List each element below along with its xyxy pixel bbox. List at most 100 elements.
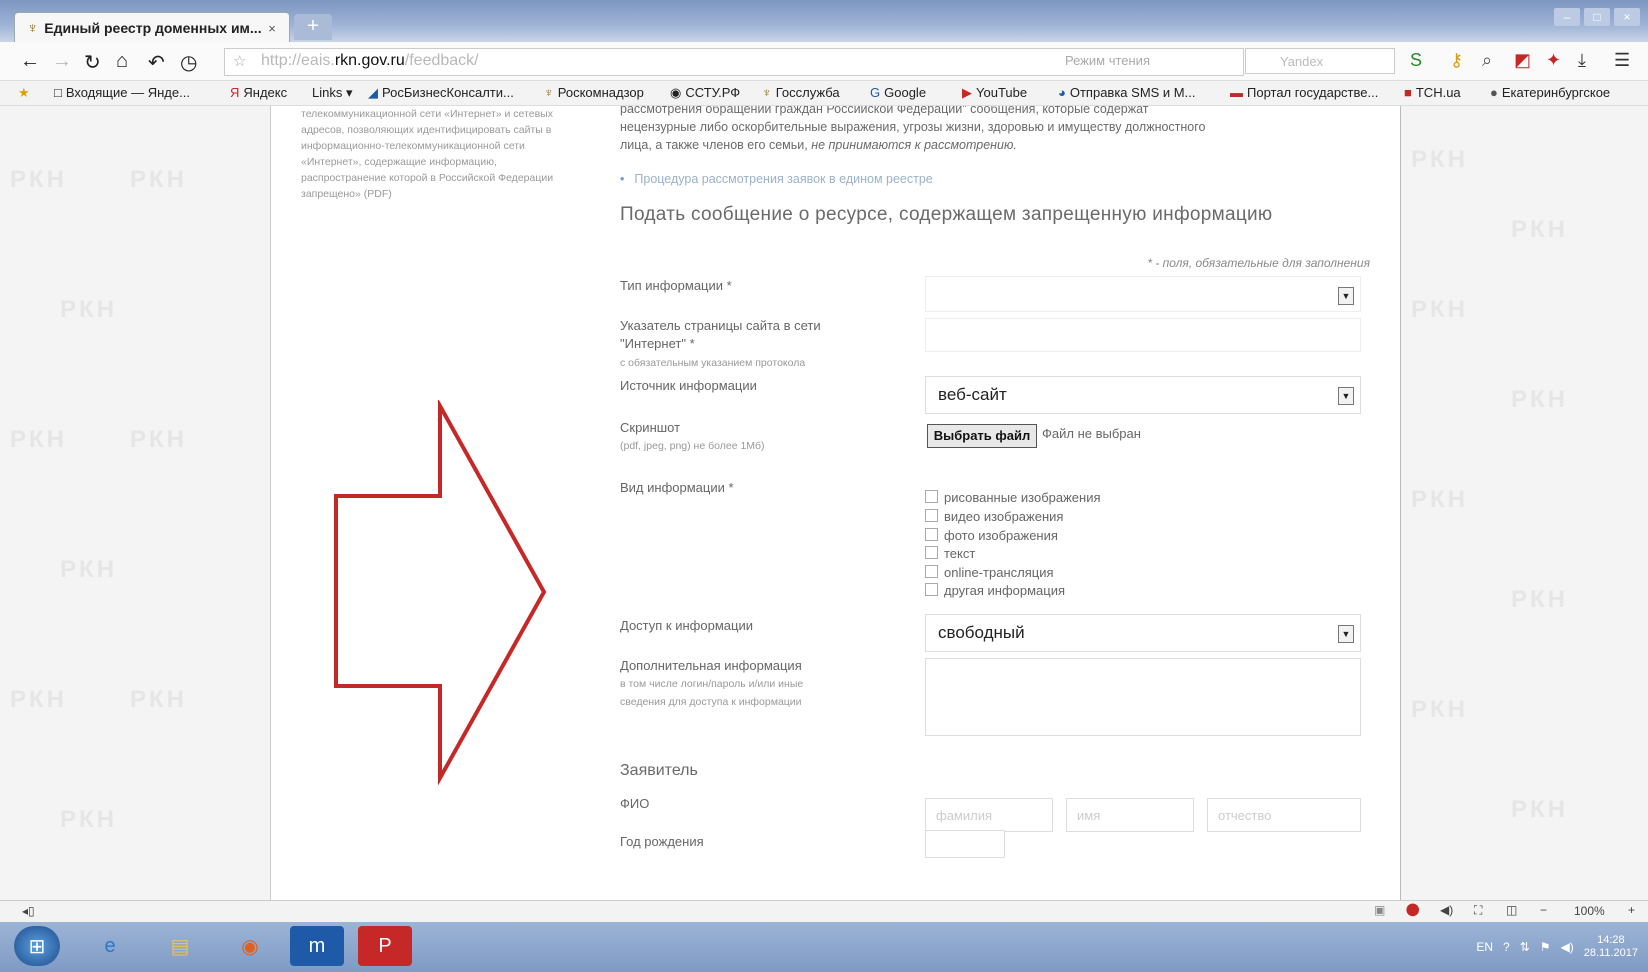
watermark: РКН bbox=[60, 556, 117, 583]
start-button[interactable]: ⊞ bbox=[14, 926, 60, 966]
checkbox-other[interactable]: другая информация bbox=[925, 583, 1065, 598]
sidebar-toggle-icon[interactable]: ◂▯ bbox=[22, 904, 35, 918]
split-view-icon[interactable]: ◫ bbox=[1506, 903, 1517, 917]
bookmark-item[interactable]: ● Екатеринбургское bbox=[1490, 85, 1610, 100]
window-controls: – □ × bbox=[1554, 8, 1640, 26]
help-icon[interactable]: ? bbox=[1503, 940, 1510, 954]
birth-year-field[interactable] bbox=[925, 830, 1005, 858]
explorer-icon[interactable]: ▤ bbox=[154, 926, 206, 966]
ie-icon[interactable]: e bbox=[84, 926, 136, 966]
download-icon[interactable]: ⤓ bbox=[1578, 50, 1586, 71]
nav-toolbar: ← → ↻ ⌂ ↶ ◷ ☆ http://eais.rkn.gov.ru/fee… bbox=[0, 42, 1648, 81]
powerpoint-icon[interactable]: P bbox=[358, 926, 412, 966]
watermark: РКН bbox=[60, 806, 117, 833]
search-input[interactable]: Yandex bbox=[1245, 48, 1395, 74]
bookmark-item[interactable]: ◉ ССТУ.РФ bbox=[670, 85, 740, 101]
watermark: РКН bbox=[10, 686, 67, 713]
patronymic-field[interactable]: отчество bbox=[1207, 798, 1361, 832]
bookmark-item[interactable]: ▬ Портал государстве... bbox=[1230, 85, 1378, 100]
bookmark-item[interactable]: G Google bbox=[870, 85, 926, 100]
volume-icon[interactable]: ◀) bbox=[1561, 940, 1574, 954]
watermark: РКН bbox=[1411, 696, 1468, 723]
favicon-icon: ♆ bbox=[27, 19, 39, 37]
maxthon-icon[interactable]: m bbox=[290, 926, 344, 966]
watermark: РКН bbox=[1511, 796, 1568, 823]
minimize-icon[interactable]: – bbox=[1554, 8, 1580, 26]
reader-mode[interactable]: Режим чтения bbox=[1065, 53, 1150, 68]
screenshot-icon[interactable]: ▣ bbox=[1374, 903, 1385, 917]
back-icon[interactable]: ← bbox=[20, 50, 40, 73]
checkbox-text[interactable]: текст bbox=[925, 546, 975, 561]
watermark: РКН bbox=[1411, 486, 1468, 513]
access-value: свободный bbox=[938, 623, 1025, 642]
watermark: РКН bbox=[1411, 296, 1468, 323]
new-tab-button[interactable]: + bbox=[294, 14, 332, 40]
bookmark-item[interactable]: □ Входящие — Янде... bbox=[54, 85, 190, 100]
chevron-down-icon[interactable]: ▼ bbox=[1338, 387, 1354, 405]
media-player-icon[interactable]: ◉ bbox=[224, 926, 276, 966]
extra-info-textarea[interactable] bbox=[925, 658, 1361, 736]
history-icon[interactable]: ◷ bbox=[180, 50, 197, 75]
bookmark-star-icon[interactable]: ☆ bbox=[233, 52, 246, 70]
reload-icon[interactable]: ↻ bbox=[84, 50, 101, 75]
checkbox-drawings[interactable]: рисованные изображения bbox=[925, 490, 1101, 505]
tab-close-icon[interactable]: × bbox=[268, 21, 276, 36]
adblock-icon[interactable]: ⬤ bbox=[1406, 902, 1419, 916]
forward-icon[interactable]: → bbox=[52, 50, 72, 73]
alert-icon[interactable]: ◩ bbox=[1514, 50, 1531, 71]
taskbar: ⊞ e ▤ ◉ m P EN ? ⇅ ⚑ ◀) 14:28 28.11.2017 bbox=[0, 922, 1648, 972]
zoom-out-button[interactable]: − bbox=[1540, 903, 1547, 917]
bookmark-item[interactable]: ◢ РосБизнесКонсалти... bbox=[368, 85, 514, 101]
sound-icon[interactable]: ◀) bbox=[1440, 903, 1453, 917]
bookmark-item[interactable]: Я Яндекс bbox=[230, 85, 287, 100]
bookmark-item[interactable]: Links ▾ bbox=[312, 85, 353, 101]
chevron-down-icon[interactable]: ▼ bbox=[1338, 287, 1354, 305]
menu-icon[interactable]: ☰ bbox=[1614, 50, 1630, 71]
addon-icon[interactable]: ✦ bbox=[1546, 50, 1561, 71]
choose-file-button[interactable]: Выбрать файл bbox=[927, 424, 1037, 448]
watermark: РКН bbox=[1511, 586, 1568, 613]
bookmark-item[interactable]: ◕ Отправка SMS и М... bbox=[1058, 85, 1195, 100]
url-field[interactable] bbox=[925, 318, 1361, 352]
flag-icon[interactable]: ⚑ bbox=[1540, 940, 1551, 954]
pointer-label: Указатель страницы сайта в сети bbox=[620, 318, 821, 333]
chevron-down-icon[interactable]: ▼ bbox=[1338, 625, 1354, 643]
zoom-in-button[interactable]: + bbox=[1628, 903, 1635, 917]
checkbox-photo[interactable]: фото изображения bbox=[925, 528, 1058, 543]
bookmarks-bar: ★ □ Входящие — Янде... Я Яндекс Links ▾ ◢ Р… bbox=[0, 81, 1648, 106]
kind-label: Вид информации * bbox=[620, 480, 734, 495]
access-select[interactable]: свободный ▼ bbox=[925, 614, 1361, 652]
bookmarks-star-icon[interactable]: ★ bbox=[18, 85, 30, 101]
zoom-level: 100% bbox=[1574, 904, 1605, 918]
watermark: РКН bbox=[130, 686, 187, 713]
source-label: Источник информации bbox=[620, 378, 757, 393]
home-icon[interactable]: ⌂ bbox=[116, 50, 128, 73]
zoom-icon[interactable]: ⌕ bbox=[1482, 50, 1492, 71]
close-window-icon[interactable]: × bbox=[1614, 8, 1640, 26]
bookmark-item[interactable]: ▶ YouTube bbox=[962, 85, 1027, 101]
undo-icon[interactable]: ↶ bbox=[148, 50, 165, 75]
address-bar[interactable]: ☆ http://eais.rkn.gov.ru/feedback/ Режим… bbox=[224, 48, 1244, 76]
bookmark-item[interactable]: ■ TCH.ua bbox=[1404, 85, 1461, 100]
type-select[interactable]: ▼ bbox=[925, 276, 1361, 312]
watermark: РКН bbox=[60, 296, 117, 323]
fullscreen-icon[interactable]: ⛶ bbox=[1474, 903, 1482, 918]
bookmark-item[interactable]: ♆ Госслужба bbox=[762, 85, 840, 100]
surname-field[interactable]: фамилия bbox=[925, 798, 1053, 832]
clock[interactable]: 14:28 28.11.2017 bbox=[1584, 934, 1638, 960]
key-icon[interactable]: ⚷ bbox=[1450, 50, 1463, 71]
page-title: Подать сообщение о ресурсе, содержащем з… bbox=[620, 204, 1273, 225]
procedure-link[interactable]: • Процедура рассмотрения заявок в едином … bbox=[620, 172, 933, 186]
tab-active[interactable]: ♆ Единый реестр доменных им... × bbox=[14, 12, 290, 43]
language-indicator[interactable]: EN bbox=[1476, 940, 1493, 954]
network-icon[interactable]: ⇅ bbox=[1520, 940, 1530, 954]
source-select[interactable]: веб-сайт ▼ bbox=[925, 376, 1361, 414]
sync-icon[interactable]: S bbox=[1410, 50, 1422, 71]
name-field[interactable]: имя bbox=[1066, 798, 1194, 832]
maximize-icon[interactable]: □ bbox=[1584, 8, 1610, 26]
checkbox-video[interactable]: видео изображения bbox=[925, 509, 1063, 524]
watermark: РКН bbox=[10, 166, 67, 193]
bookmark-item[interactable]: ♆ Роскомнадзор bbox=[544, 85, 644, 100]
file-status: Файл не выбран bbox=[1042, 426, 1141, 441]
checkbox-online[interactable]: online-трансляция bbox=[925, 565, 1054, 580]
